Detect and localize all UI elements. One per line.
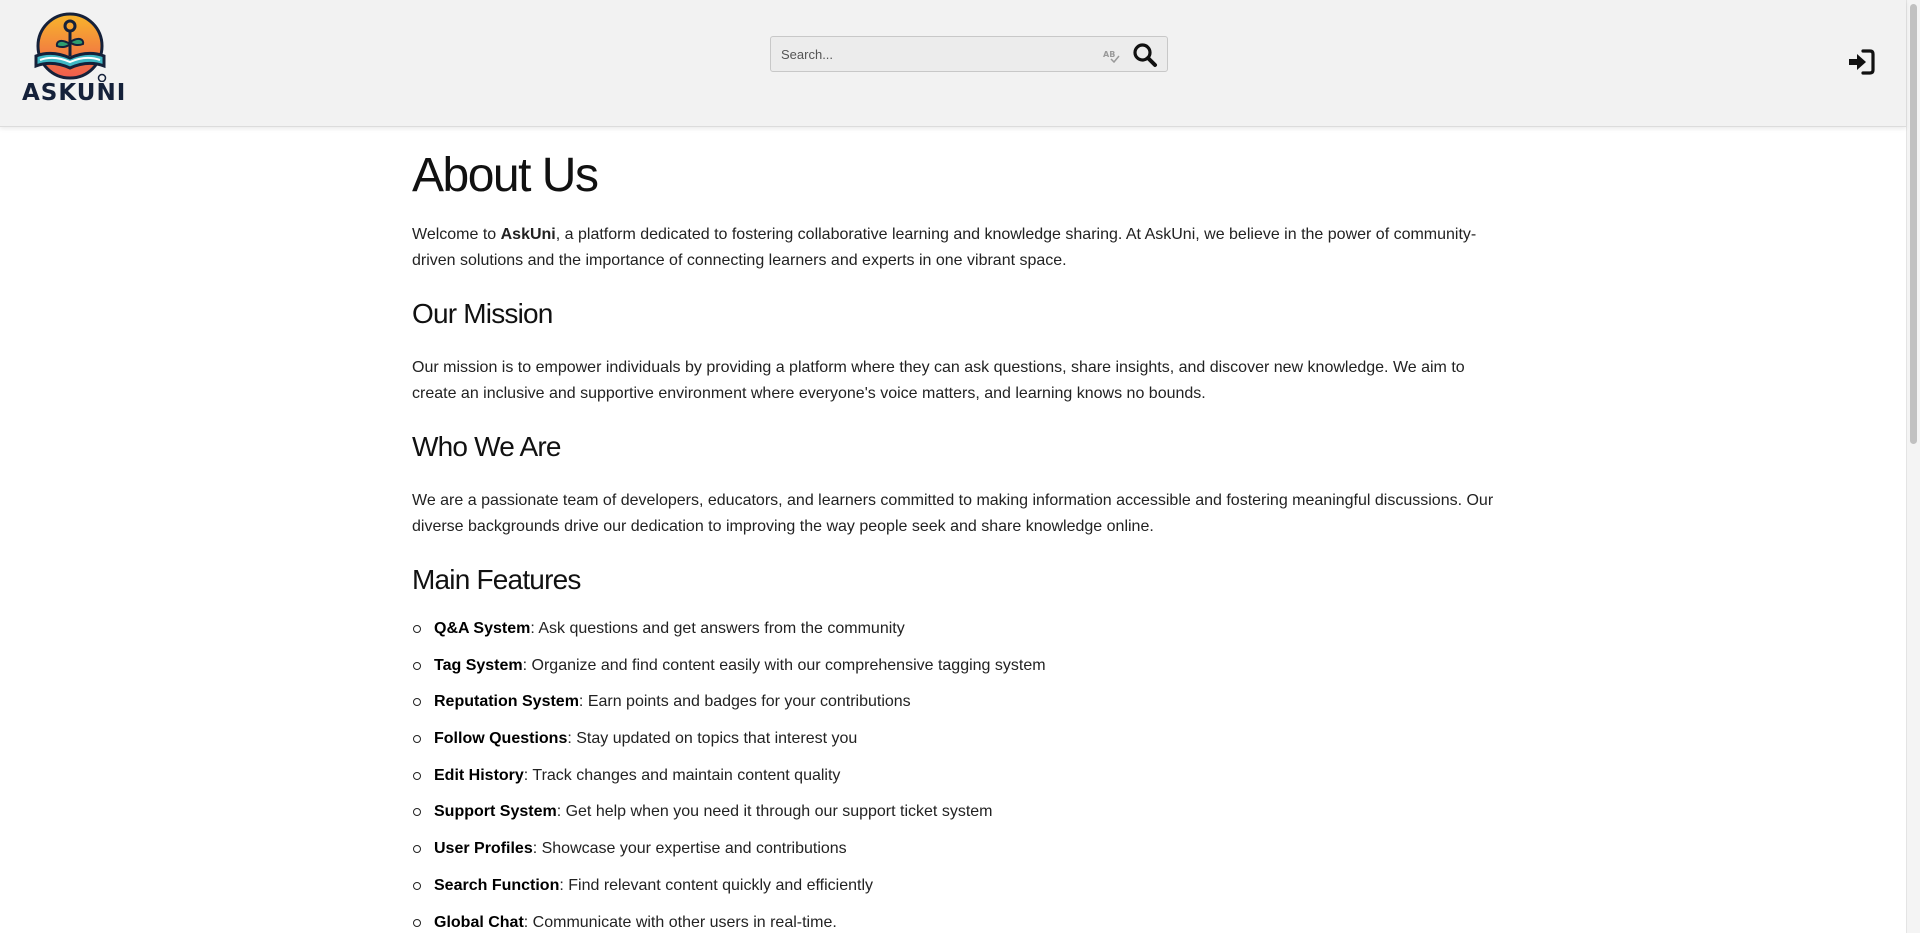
features-list: Q&A System: Ask questions and get answer… [412, 616, 1046, 933]
login-icon [1849, 49, 1875, 75]
bullet-icon [413, 881, 421, 890]
bullet-icon [413, 918, 421, 927]
intro-prefix: Welcome to [412, 226, 501, 243]
bullet-icon [413, 771, 421, 780]
feature-desc: : Get help when you need it through our … [556, 803, 993, 821]
feature-name: Global Chat [434, 913, 524, 931]
feature-desc: : Earn points and badges for your contri… [578, 693, 911, 711]
list-item: Q&A System: Ask questions and get answer… [412, 616, 1046, 653]
feature-name: Q&A System [434, 620, 531, 637]
feature-desc: : Ask questions and get answers from the… [530, 620, 905, 637]
feature-desc: : Find relevant content quickly and effi… [559, 876, 874, 894]
mission-text: Our mission is to empower individuals by… [412, 359, 1465, 402]
features-heading: Main Features [412, 564, 581, 595]
feature-name: Support System [434, 803, 557, 821]
list-item: User Profiles: Showcase your expertise a… [412, 836, 1046, 873]
feature-name: Search Function [434, 876, 560, 894]
app-window: ASKUNI AB About Us Welcome to [0, 0, 1920, 933]
feature-desc: : Showcase your expertise and contributi… [532, 840, 847, 858]
bullet-icon [413, 698, 421, 707]
askuni-logo[interactable]: ASKUNI [20, 12, 127, 112]
bullet-icon [413, 661, 421, 670]
feature-name: Reputation System [434, 693, 579, 711]
logo-wordmark: ASKUNI [22, 80, 127, 106]
logo-mark-icon [34, 12, 107, 82]
bullet-icon [413, 735, 421, 744]
list-item: Support System: Get help when you need i… [412, 799, 1046, 836]
spellcheck-icon[interactable]: AB [1103, 49, 1121, 63]
list-item: Tag System: Organize and find content ea… [412, 653, 1046, 690]
bullet-icon [413, 845, 421, 854]
search-input[interactable] [771, 37, 1091, 71]
list-item: Edit History: Track changes and maintain… [412, 763, 1046, 800]
feature-desc: : Track changes and maintain content qua… [523, 766, 841, 784]
who-we-are-text: We are a passionate team of developers, … [412, 492, 1494, 535]
vertical-scrollbar[interactable] [1906, 0, 1920, 933]
feature-name: Follow Questions [434, 730, 568, 748]
feature-desc: : Communicate with other users in real-t… [523, 913, 837, 931]
intro-paragraph: Welcome to AskUni, a platform dedicated … [412, 222, 1497, 274]
feature-desc: : Stay updated on topics that interest y… [567, 730, 858, 748]
feature-desc: : Organize and find content easily with … [522, 656, 1046, 674]
search-bar: AB [770, 36, 1168, 72]
svg-text:AB: AB [1103, 50, 1115, 59]
feature-name: User Profiles [434, 840, 533, 858]
intro-suffix: , a platform dedicated to fostering coll… [412, 226, 1477, 269]
intro-brand: AskUni [500, 226, 556, 243]
list-item: Global Chat: Communicate with other user… [412, 910, 1046, 933]
mission-heading: Our Mission [412, 298, 553, 329]
bullet-icon [413, 808, 421, 817]
who-we-are-heading: Who We Are [412, 431, 561, 462]
search-button[interactable] [1131, 41, 1159, 69]
login-button[interactable] [1846, 48, 1876, 76]
list-item: Reputation System: Earn points and badge… [412, 689, 1046, 726]
list-item: Search Function: Find relevant content q… [412, 873, 1046, 910]
scrollbar-thumb[interactable] [1910, 4, 1917, 444]
search-icon [1133, 43, 1157, 67]
feature-name: Edit History [434, 766, 524, 784]
top-header: ASKUNI AB [0, 0, 1906, 127]
feature-name: Tag System [434, 656, 523, 674]
list-item: Follow Questions: Stay updated on topics… [412, 726, 1046, 763]
page-title: About Us [412, 149, 599, 202]
bullet-icon [413, 625, 421, 633]
